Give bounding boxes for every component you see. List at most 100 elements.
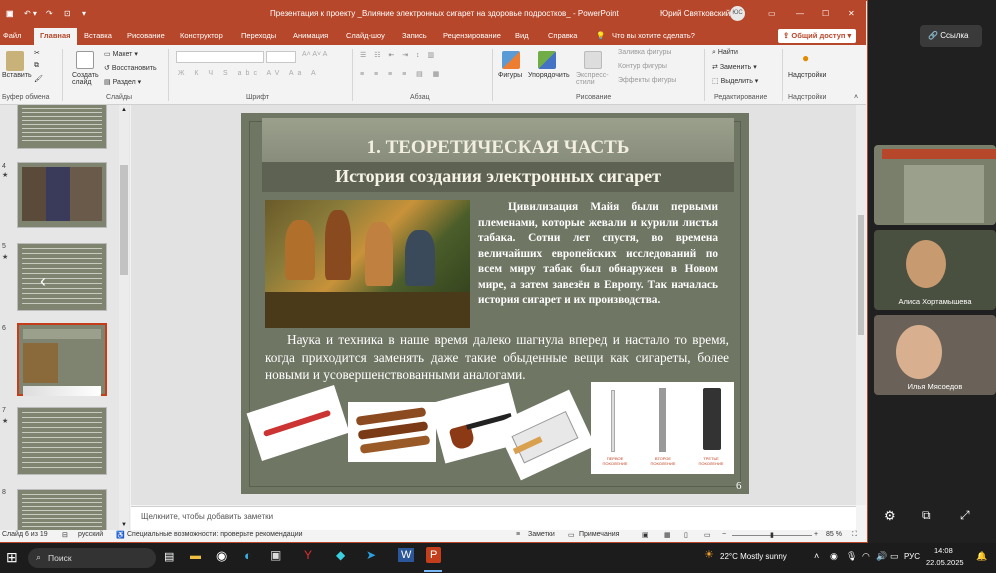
shape-effects-button[interactable]: Эффекты фигуры xyxy=(618,77,676,84)
zoom-in-icon[interactable]: + xyxy=(814,531,818,538)
accessibility-status[interactable]: Специальные возможности: проверьте реком… xyxy=(127,531,303,538)
powerpoint-taskbar-icon[interactable]: P xyxy=(426,547,442,563)
save-icon[interactable]: ▣ xyxy=(6,9,14,18)
font-size-field[interactable] xyxy=(266,51,296,63)
science-paragraph[interactable]: Наука и техника в наше время далеко шагн… xyxy=(265,331,729,384)
tab-home[interactable]: Главная xyxy=(34,28,77,45)
tab-help[interactable]: Справка xyxy=(548,31,577,40)
shape-outline-button[interactable]: Контур фигуры xyxy=(618,63,667,70)
slide-thumbnail[interactable] xyxy=(17,489,107,530)
paste-button[interactable]: Вставить xyxy=(2,72,32,79)
zoom-out-icon[interactable]: − xyxy=(722,531,726,538)
task-view-icon[interactable]: ▤ xyxy=(164,550,174,563)
chrome-tray-icon[interactable]: ◉ xyxy=(830,551,838,562)
edge-icon[interactable]: ◐ xyxy=(244,548,252,563)
addins-icon[interactable]: ● xyxy=(802,51,809,65)
slide-subtitle[interactable]: История создания электронных сигарет xyxy=(262,166,734,187)
search-box[interactable]: ⌕ Поиск xyxy=(28,548,156,568)
yandex-icon[interactable]: Y xyxy=(304,548,312,562)
quick-access-menu-icon[interactable]: ▾ xyxy=(82,9,86,18)
clock-date[interactable]: 22.05.2025 xyxy=(926,558,964,567)
list-buttons[interactable]: ☰ ☷ ⇤ ⇥ ↕ ▥ xyxy=(360,51,437,59)
align-buttons[interactable]: ≡ ≡ ≡ ≡ ▤ ▦ xyxy=(360,70,443,78)
input-language[interactable]: РУС xyxy=(904,552,920,561)
user-name[interactable]: Юрий Святковский xyxy=(660,9,730,18)
fullscreen-icon[interactable]: ⤢ xyxy=(960,508,970,523)
language-indicator[interactable]: русский xyxy=(78,531,103,538)
thumbnail-scrollbar[interactable]: ▲ ▼ xyxy=(119,105,129,530)
notes-placeholder[interactable]: Щелкните, чтобы добавить заметки xyxy=(141,512,273,521)
addins-button[interactable]: Надстройки xyxy=(788,72,826,79)
tab-draw[interactable]: Рисование xyxy=(127,31,165,40)
section-button[interactable]: ▤ Раздел ▾ xyxy=(104,78,141,86)
reset-button[interactable]: ↺ Восстановить xyxy=(104,64,157,72)
file-explorer-icon[interactable]: ▬ xyxy=(190,550,201,562)
wifi-icon[interactable]: ◠ xyxy=(862,551,870,562)
minimize-icon[interactable]: — xyxy=(796,9,804,18)
slide-thumbnail-selected[interactable] xyxy=(17,323,107,396)
normal-view-icon[interactable]: ▣ xyxy=(642,531,649,539)
tab-slideshow[interactable]: Слайд-шоу xyxy=(346,31,385,40)
tell-me-search[interactable]: Что вы хотите сделать? xyxy=(612,31,695,40)
history-paragraph[interactable]: Цивилизация Майя были первыми племенами,… xyxy=(478,200,718,309)
spellcheck-icon[interactable]: ⊟ xyxy=(62,531,68,539)
canvas-scrollbar[interactable] xyxy=(856,105,866,505)
slide-thumbnail-pane[interactable]: 4 ★ 5 ★ ‹ 6 7 ★ 8 xyxy=(0,105,130,530)
comments-button[interactable]: Примечания xyxy=(579,531,619,538)
app-icon[interactable]: ◆ xyxy=(336,548,345,562)
layout-button[interactable]: ▭ Макет ▾ xyxy=(104,50,138,58)
word-icon[interactable]: W xyxy=(398,548,415,562)
close-icon[interactable]: ✕ xyxy=(848,9,855,18)
paste-icon[interactable] xyxy=(6,51,24,71)
tab-review[interactable]: Рецензирование xyxy=(443,31,501,40)
slideshow-view-icon[interactable]: ▭ xyxy=(704,531,711,539)
redo-icon[interactable]: ↷ xyxy=(46,9,53,18)
collapse-ribbon-icon[interactable]: ˄ xyxy=(854,94,858,101)
shapes-icon[interactable] xyxy=(502,51,520,69)
shapes-button[interactable]: Фигуры xyxy=(498,72,522,79)
slide-sorter-icon[interactable]: ▦ xyxy=(664,531,671,539)
maximize-icon[interactable]: ☐ xyxy=(822,9,829,18)
comments-icon[interactable]: ▭ xyxy=(568,531,575,539)
quick-styles-button[interactable]: Экспресс-стили xyxy=(576,72,614,86)
new-slide-button[interactable]: Создать слайд xyxy=(72,72,102,86)
tab-insert[interactable]: Вставка xyxy=(84,31,112,40)
scroll-down-icon[interactable]: ▼ xyxy=(121,522,127,528)
find-button[interactable]: ⌕ Найти xyxy=(712,49,738,57)
font-name-field[interactable] xyxy=(176,51,264,63)
zoom-thumb-icon[interactable]: ▮ xyxy=(770,531,774,539)
weather-text[interactable]: 22°C Mostly sunny xyxy=(720,552,787,561)
new-slide-icon[interactable] xyxy=(76,51,94,69)
cigars-image[interactable] xyxy=(348,402,436,462)
arrange-button[interactable]: Упорядочить xyxy=(528,72,570,79)
notes-button[interactable]: Заметки xyxy=(528,531,555,538)
slide-thumbnail[interactable] xyxy=(17,105,107,149)
volume-icon[interactable]: 🔊 xyxy=(876,551,887,562)
slide-thumbnail[interactable] xyxy=(17,407,107,475)
font-size-grow-icon[interactable]: A˄ A˅ A xyxy=(302,51,327,58)
link-button[interactable]: 🔗 Ссылка xyxy=(920,25,982,47)
scroll-up-icon[interactable]: ▲ xyxy=(121,107,127,113)
chrome-icon[interactable]: ◉ xyxy=(216,548,227,564)
participant-tile[interactable]: Илья Мясоедов xyxy=(874,315,996,395)
notifications-icon[interactable]: 🔔 xyxy=(976,551,987,562)
maya-painting-image[interactable] xyxy=(265,200,470,328)
avatar[interactable]: ЮС xyxy=(730,6,745,21)
tab-view[interactable]: Вид xyxy=(515,31,529,40)
tab-animations[interactable]: Анимация xyxy=(293,31,328,40)
clock-time[interactable]: 14:08 xyxy=(934,546,953,555)
tab-design[interactable]: Конструктор xyxy=(180,31,223,40)
telegram-icon[interactable]: ➤ xyxy=(366,548,376,562)
notes-pane[interactable]: Щелкните, чтобы добавить заметки xyxy=(131,506,856,530)
slide-thumbnail[interactable] xyxy=(17,162,107,228)
cut-icon[interactable]: ✂ xyxy=(34,49,40,57)
notes-icon[interactable]: ≡ xyxy=(516,531,520,538)
fit-slide-icon[interactable]: ⛶ xyxy=(852,531,857,539)
start-slideshow-icon[interactable]: ⊡ xyxy=(64,9,71,18)
tab-record[interactable]: Запись xyxy=(402,31,427,40)
slide-thumbnail[interactable] xyxy=(17,243,107,311)
format-painter-icon[interactable]: 🖌 xyxy=(34,75,43,83)
tab-transitions[interactable]: Переходы xyxy=(241,31,276,40)
participant-tile[interactable]: Алиса Хортамышева xyxy=(874,230,996,310)
shape-fill-button[interactable]: Заливка фигуры xyxy=(618,49,671,56)
